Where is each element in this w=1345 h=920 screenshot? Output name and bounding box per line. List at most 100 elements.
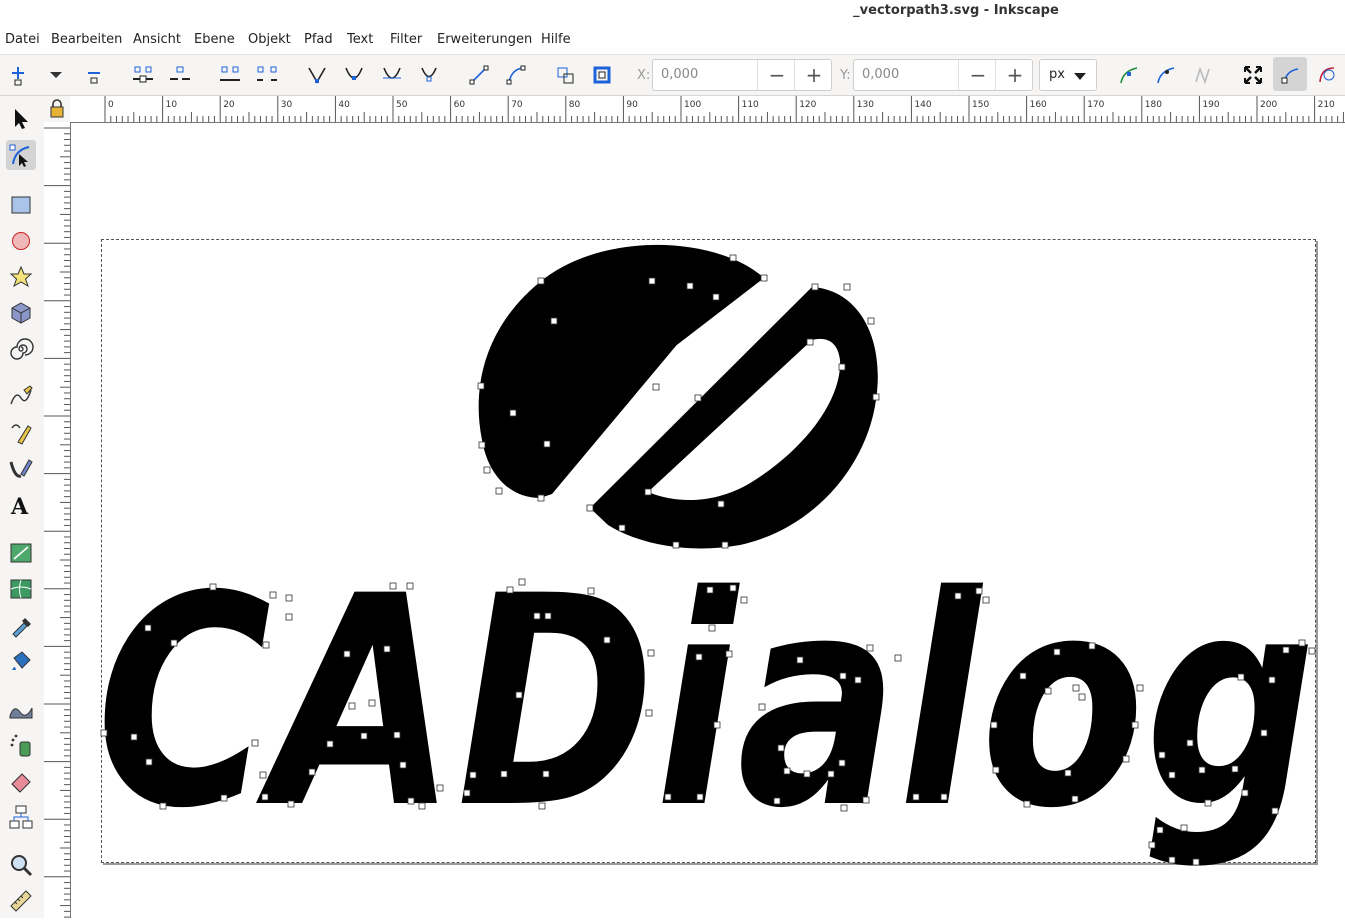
gradient-tool-icon[interactable]	[6, 538, 36, 568]
path-node-handle[interactable]	[940, 793, 948, 801]
path-node-handle[interactable]	[543, 440, 551, 448]
path-node-handle[interactable]	[463, 789, 471, 797]
path-node-handle[interactable]	[269, 591, 277, 599]
text-tool-icon[interactable]: A	[6, 490, 36, 520]
path-node-handle[interactable]	[717, 500, 725, 508]
make-curve-icon[interactable]	[504, 63, 528, 87]
path-node-handle[interactable]	[399, 761, 407, 769]
edit-clip-path-icon[interactable]	[1278, 63, 1302, 87]
path-node-handle[interactable]	[708, 624, 716, 632]
path-node-handle[interactable]	[418, 802, 426, 810]
y-decrement-button[interactable]: −	[958, 60, 997, 90]
zoom-tool-icon[interactable]	[6, 850, 36, 880]
path-node-handle[interactable]	[209, 583, 217, 591]
path-node-handle[interactable]	[262, 641, 270, 649]
pencil-tool-icon[interactable]	[6, 382, 36, 412]
path-node-handle[interactable]	[326, 740, 334, 748]
path-node-handle[interactable]	[729, 584, 737, 592]
path-node-handle[interactable]	[740, 596, 748, 604]
tweak-tool-icon[interactable]	[6, 694, 36, 724]
unit-dropdown[interactable]: px	[1039, 59, 1097, 91]
path-node-handle[interactable]	[712, 293, 720, 301]
path-node-handle[interactable]	[518, 578, 526, 586]
path-node-handle[interactable]	[1268, 676, 1276, 684]
path-node-handle[interactable]	[975, 587, 983, 595]
eraser-tool-icon[interactable]	[6, 766, 36, 796]
path-node-handle[interactable]	[483, 466, 491, 474]
path-node-handle[interactable]	[389, 582, 397, 590]
path-node-handle[interactable]	[1158, 751, 1166, 759]
path-node-handle[interactable]	[550, 317, 558, 325]
path-node-handle[interactable]	[872, 393, 880, 401]
path-node-handle[interactable]	[777, 744, 785, 752]
path-node-handle[interactable]	[1072, 684, 1080, 692]
path-node-handle[interactable]	[1260, 729, 1268, 737]
make-line-icon[interactable]	[467, 63, 491, 87]
path-node-handle[interactable]	[383, 645, 391, 653]
path-node-handle[interactable]	[840, 804, 848, 812]
path-node-handle[interactable]	[854, 676, 862, 684]
break-path-icon[interactable]	[168, 63, 192, 87]
menu-objekt[interactable]: Objekt	[248, 32, 291, 47]
selector-tool-icon[interactable]	[6, 104, 36, 134]
path-node-handle[interactable]	[537, 494, 545, 502]
path-node-handle[interactable]	[368, 699, 376, 707]
join-segment-icon[interactable]	[218, 63, 242, 87]
path-node-handle[interactable]	[1053, 648, 1061, 656]
rectangle-tool-icon[interactable]	[6, 190, 36, 220]
path-node-handle[interactable]	[170, 639, 178, 647]
path-node-handle[interactable]	[1044, 687, 1052, 695]
path-node-handle[interactable]	[287, 800, 295, 808]
delete-node-icon[interactable]	[82, 63, 106, 87]
path-node-handle[interactable]	[838, 759, 846, 767]
y-input[interactable]	[860, 66, 952, 83]
path-node-handle[interactable]	[758, 703, 766, 711]
path-node-handle[interactable]	[145, 758, 153, 766]
path-node-handle[interactable]	[251, 739, 259, 747]
path-node-handle[interactable]	[838, 363, 846, 371]
path-node-handle[interactable]	[1023, 800, 1031, 808]
cusp-node-icon[interactable]	[305, 63, 329, 87]
show-handles-icon[interactable]	[1154, 63, 1178, 87]
path-node-handle[interactable]	[843, 283, 851, 291]
stroke-to-path-icon[interactable]	[590, 63, 614, 87]
path-node-handle[interactable]	[544, 612, 552, 620]
show-path-outline-icon[interactable]	[1191, 63, 1215, 87]
menu-erweiterungen[interactable]: Erweiterungen	[437, 32, 532, 47]
path-node-handle[interactable]	[894, 654, 902, 662]
object-to-path-icon[interactable]	[553, 63, 577, 87]
menu-ansicht[interactable]: Ansicht	[133, 32, 181, 47]
path-node-handle[interactable]	[144, 624, 152, 632]
path-node-handle[interactable]	[538, 802, 546, 810]
path-node-handle[interactable]	[469, 771, 477, 779]
path-node-handle[interactable]	[645, 709, 653, 717]
path-node-handle[interactable]	[542, 770, 550, 778]
path-node-handle[interactable]	[586, 504, 594, 512]
spiral-tool-icon[interactable]	[6, 334, 36, 364]
path-node-handle[interactable]	[866, 644, 874, 652]
3d-box-tool-icon[interactable]	[6, 298, 36, 328]
smooth-node-icon[interactable]	[342, 63, 366, 87]
path-node-handle[interactable]	[773, 797, 781, 805]
path-node-handle[interactable]	[672, 541, 680, 549]
path-node-handle[interactable]	[1282, 646, 1290, 654]
path-node-handle[interactable]	[652, 383, 660, 391]
calligraphy-tool-icon[interactable]	[6, 454, 36, 484]
path-node-handle[interactable]	[500, 770, 508, 778]
path-node-handle[interactable]	[1231, 765, 1239, 773]
menu-datei[interactable]: Datei	[5, 32, 40, 47]
path-node-handle[interactable]	[664, 793, 672, 801]
menu-pfad[interactable]: Pfad	[304, 32, 333, 47]
horizontal-ruler[interactable]: 0 10 20 30 40 50 60 70 80 90 100 110 120 130 140 150 160…	[71, 96, 1345, 123]
x-increment-button[interactable]: +	[794, 60, 833, 90]
path-node-handle[interactable]	[706, 586, 714, 594]
zoom-fit-icon[interactable]	[1241, 63, 1265, 87]
dropper-tool-icon[interactable]	[6, 610, 36, 640]
path-node-handle[interactable]	[1298, 639, 1306, 647]
path-node-handle[interactable]	[348, 702, 356, 710]
path-node-handle[interactable]	[285, 613, 293, 621]
path-node-handle[interactable]	[1186, 739, 1194, 747]
path-node-handle[interactable]	[827, 770, 835, 778]
path-node-handle[interactable]	[360, 732, 368, 740]
path-node-handle[interactable]	[1168, 856, 1176, 864]
